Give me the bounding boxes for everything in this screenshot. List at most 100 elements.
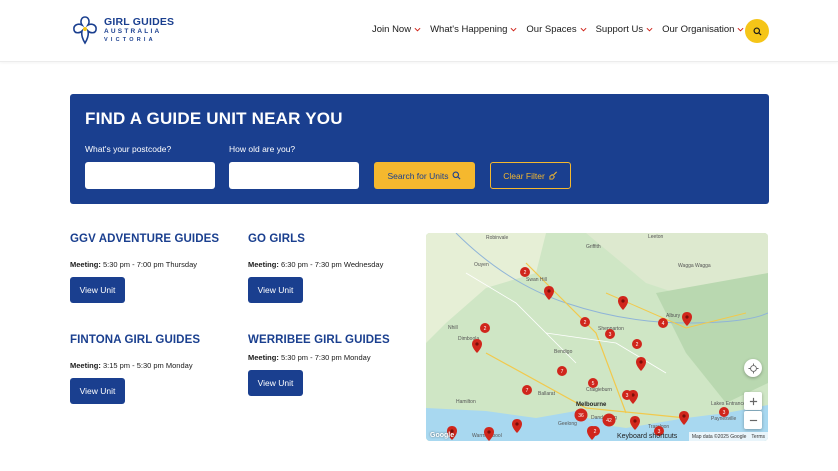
nav-label: Our Spaces xyxy=(526,24,577,35)
clear-filter-button[interactable]: Clear Filter xyxy=(490,162,571,189)
nav-our-organisation[interactable]: Our Organisation xyxy=(662,24,744,35)
unit-finder-panel: FIND A GUIDE UNIT NEAR YOU What's your p… xyxy=(70,94,769,204)
chevron-down-icon xyxy=(737,27,744,32)
map-cluster-marker[interactable]: 2 xyxy=(590,426,600,436)
unit-name: GO GIRLS xyxy=(248,233,306,245)
unit-meeting: Meeting: 6:30 pm - 7:30 pm Wednesday xyxy=(248,260,418,269)
map-attribution: Map data ©2025 Google xyxy=(691,433,747,440)
unit-card: FINTONA GIRL GUIDES Meeting: 3:15 pm - 5… xyxy=(70,334,240,404)
nav-label: Our Organisation xyxy=(662,24,735,35)
map-cluster-count: 4 xyxy=(662,321,665,327)
map-cluster-count: 2 xyxy=(584,320,587,326)
map-cluster-count: 7 xyxy=(561,369,564,375)
chevron-down-icon xyxy=(646,27,653,32)
map-cluster-marker[interactable]: 3 xyxy=(622,390,632,400)
unit-name: FINTONA GIRL GUIDES xyxy=(70,334,201,346)
unit-meeting: Meeting: 3:15 pm - 5:30 pm Monday xyxy=(70,361,240,370)
logo-line-1: GIRL GUIDES xyxy=(104,15,175,28)
age-label: How old are you? xyxy=(229,144,296,154)
map-cluster-count: 3 xyxy=(723,410,726,416)
nav-label: Join Now xyxy=(372,24,412,35)
nav-our-spaces[interactable]: Our Spaces xyxy=(526,24,587,35)
meeting-time: 5:30 pm - 7:30 pm Monday xyxy=(280,353,371,362)
nav-label: What's Happening xyxy=(430,24,508,35)
map-pin-icon[interactable] xyxy=(618,296,628,310)
units-map[interactable]: Robinvale Leeton Ouyen Swan Hill Wagga W… xyxy=(426,233,768,441)
map-pin-icon[interactable] xyxy=(484,427,494,441)
unit-meeting: Meeting: 5:30 pm - 7:30 pm Monday xyxy=(248,353,418,362)
search-icon xyxy=(752,26,762,36)
meeting-label: Meeting: xyxy=(70,260,101,269)
chevron-down-icon xyxy=(510,27,517,32)
nav-support-us[interactable]: Support Us xyxy=(596,24,654,35)
main-nav: Join Now What's Happening Our Spaces Sup… xyxy=(372,24,753,35)
view-unit-button[interactable]: View Unit xyxy=(248,370,303,396)
trefoil-logo-icon xyxy=(73,16,97,45)
map-cluster-marker[interactable]: 2 xyxy=(580,317,590,327)
map-pin-icon[interactable] xyxy=(544,286,554,300)
map-attribution-bar: Map data ©2025 Google Terms xyxy=(688,432,768,441)
map-location-button[interactable] xyxy=(744,359,762,377)
unit-card: GGV ADVENTURE GUIDES Meeting: 5:30 pm - … xyxy=(70,233,240,303)
map-cluster-count: 2 xyxy=(636,342,639,348)
map-cluster-count: 36 xyxy=(578,413,584,419)
age-input[interactable] xyxy=(229,162,359,189)
nav-label: Support Us xyxy=(595,24,644,35)
search-units-label: Search for Units xyxy=(387,170,449,181)
map-keyboard-shortcuts[interactable]: Keyboard shortcuts xyxy=(617,433,677,440)
crosshair-icon xyxy=(747,362,759,374)
map-pin-icon[interactable] xyxy=(472,339,482,353)
map-cluster-marker[interactable]: 42 xyxy=(602,413,616,427)
map-cluster-marker[interactable]: 2 xyxy=(480,323,490,333)
meeting-time: 6:30 pm - 7:30 pm Wednesday xyxy=(280,260,384,269)
map-pin-icon[interactable] xyxy=(512,419,522,433)
map-pin-icon[interactable] xyxy=(682,312,692,326)
meeting-time: 3:15 pm - 5:30 pm Monday xyxy=(102,361,193,370)
meeting-label: Meeting: xyxy=(248,353,279,362)
broom-icon xyxy=(549,171,557,180)
meeting-label: Meeting: xyxy=(70,361,101,370)
view-unit-button[interactable]: View Unit xyxy=(70,277,125,303)
nav-whats-happening[interactable]: What's Happening xyxy=(430,24,517,35)
minus-icon xyxy=(749,419,757,421)
map-cluster-count: 2 xyxy=(484,326,487,332)
chevron-down-icon xyxy=(580,27,587,32)
map-pin-icon[interactable] xyxy=(636,357,646,371)
map-markers[interactable]: 2 2 2 3 2 4 7 7 5 3 36 42 3 3 3 2 xyxy=(426,233,768,441)
map-pin-icon[interactable] xyxy=(630,416,640,430)
view-unit-button[interactable]: View Unit xyxy=(248,277,303,303)
map-cluster-count: 5 xyxy=(592,381,595,387)
map-cluster-marker[interactable]: 3 xyxy=(605,329,615,339)
unit-card: GO GIRLS Meeting: 6:30 pm - 7:30 pm Wedn… xyxy=(248,233,418,303)
site-header: GIRL GUIDES AUSTRALIA VICTORIA Join Now … xyxy=(0,0,838,62)
site-logo[interactable]: GIRL GUIDES AUSTRALIA VICTORIA xyxy=(70,12,180,48)
map-cluster-marker[interactable]: 2 xyxy=(632,339,642,349)
search-units-button[interactable]: Search for Units xyxy=(374,162,475,189)
logo-line-3: VICTORIA xyxy=(104,36,156,43)
logo-line-2: AUSTRALIA xyxy=(104,28,162,36)
map-terms-link[interactable]: Terms xyxy=(751,434,765,440)
map-zoom-out-button[interactable] xyxy=(744,411,762,429)
map-cluster-marker[interactable]: 2 xyxy=(520,267,530,277)
google-logo: Google xyxy=(430,432,455,439)
meeting-time: 5:30 pm - 7:00 pm Thursday xyxy=(102,260,198,269)
map-cluster-count: 2 xyxy=(524,270,527,276)
header-search-button[interactable] xyxy=(745,19,769,43)
map-cluster-count: 7 xyxy=(526,388,529,394)
clear-filter-label: Clear Filter xyxy=(503,170,545,181)
map-zoom-in-button[interactable] xyxy=(744,392,762,410)
plus-icon xyxy=(749,397,757,405)
map-cluster-marker[interactable]: 3 xyxy=(719,407,729,417)
view-unit-button[interactable]: View Unit xyxy=(70,378,125,404)
map-cluster-marker[interactable]: 36 xyxy=(574,408,588,422)
nav-join-now[interactable]: Join Now xyxy=(372,24,421,35)
postcode-input[interactable] xyxy=(85,162,215,189)
map-cluster-count: 2 xyxy=(594,429,597,435)
map-cluster-marker[interactable]: 5 xyxy=(588,378,598,388)
map-cluster-marker[interactable]: 7 xyxy=(522,385,532,395)
map-cluster-marker[interactable]: 4 xyxy=(658,318,668,328)
map-pin-icon[interactable] xyxy=(679,411,689,425)
unit-meeting: Meeting: 5:30 pm - 7:00 pm Thursday xyxy=(70,260,240,269)
map-cluster-marker[interactable]: 7 xyxy=(557,366,567,376)
chevron-down-icon xyxy=(414,27,421,32)
